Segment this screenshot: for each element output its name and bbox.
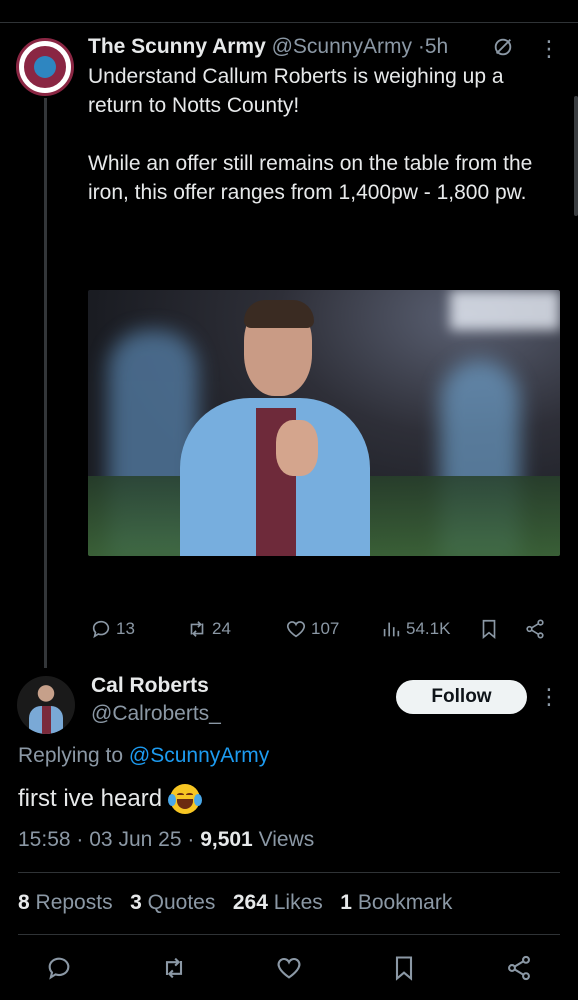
tweet-date[interactable]: 03 Jun 25 [89, 828, 181, 851]
quotes-stat[interactable]: 3 Quotes [130, 891, 215, 914]
repost-action[interactable]: 24 [186, 614, 231, 644]
replying-prefix: Replying to [18, 744, 124, 767]
more-options-icon[interactable]: ⋮ [538, 38, 560, 60]
repost-icon [165, 957, 183, 979]
share-button[interactable] [505, 954, 533, 982]
bookmark-button[interactable] [390, 954, 418, 982]
stadium-light [450, 290, 560, 330]
repost-count: 24 [212, 619, 231, 638]
more-options-icon[interactable]: ⋮ [538, 686, 560, 708]
parent-timestamp[interactable]: 5h [425, 35, 448, 58]
like-button[interactable] [275, 954, 303, 982]
share-icon [508, 955, 530, 981]
views-chart-icon [383, 622, 400, 637]
share-icon [526, 619, 544, 639]
reply-icon [48, 957, 70, 980]
views-count: 54.1K [406, 619, 451, 638]
views-number: 9,501 [200, 828, 253, 851]
dot-separator: · [187, 828, 195, 851]
bookmarks-stat[interactable]: 1 Bookmark [340, 891, 452, 914]
reply-author-name[interactable]: Cal Roberts [91, 674, 209, 698]
parent-tweet-header: The Scunny Army @ScunnyArmy ·5h [88, 34, 448, 60]
scrollbar-thumb[interactable] [574, 96, 578, 216]
thread-connector [44, 98, 47, 668]
tweet-photo[interactable] [88, 290, 560, 556]
cal-roberts-avatar[interactable] [17, 676, 75, 734]
reply-author-handle[interactable]: @Calroberts_ [91, 702, 221, 726]
laughing-tears-emoji-icon [168, 784, 203, 814]
like-action[interactable]: 107 [285, 614, 339, 644]
heart-icon [277, 957, 301, 979]
parent-tweet-text: Understand Callum Roberts is weighing up… [88, 65, 533, 204]
parent-author-handle[interactable]: @ScunnyArmy [272, 35, 412, 58]
dot-separator: · [76, 828, 84, 851]
grok-icon[interactable] [492, 36, 514, 58]
tweet-time[interactable]: 15:58 [18, 828, 71, 851]
fist-icon [34, 56, 56, 78]
repost-button[interactable] [160, 954, 188, 982]
heart-icon [286, 621, 306, 638]
avatar-kit-stripe [42, 706, 51, 734]
divider [18, 872, 560, 873]
engagement-stats: 8 Reposts 3 Quotes 264 Likes 1 Bookmark [18, 891, 452, 915]
reply-button[interactable] [45, 954, 73, 982]
reposts-stat[interactable]: 8 Reposts [18, 891, 113, 914]
bookmark-action[interactable] [478, 614, 500, 644]
views-label: Views [258, 828, 315, 851]
reply-icon [92, 620, 110, 639]
likes-stat[interactable]: 264 Likes [233, 891, 323, 914]
player-hands [276, 420, 318, 476]
reply-body: first ive heard [18, 785, 163, 812]
replying-to-line: Replying to @ScunnyArmy [18, 744, 269, 768]
tweet-meta: 15:58 · 03 Jun 25 · 9,501 Views [18, 828, 314, 852]
mention-link[interactable]: @ScunnyArmy [129, 744, 269, 767]
player-hair [244, 300, 314, 328]
bookmark-icon [395, 956, 413, 981]
parent-action-bar: 13 24 107 54.1K [88, 614, 560, 644]
reply-text: first ive heard [18, 784, 203, 814]
dot-separator: · [417, 35, 425, 58]
share-action[interactable] [524, 614, 546, 644]
reply-action-bar [0, 952, 578, 984]
reply-action[interactable]: 13 [90, 614, 135, 644]
views-action[interactable]: 54.1K [380, 614, 450, 644]
reply-count: 13 [116, 619, 135, 638]
like-count: 107 [311, 619, 340, 638]
club-crest-icon [22, 44, 68, 90]
bookmark-icon [482, 619, 496, 640]
scunny-army-avatar[interactable] [16, 38, 74, 96]
follow-button[interactable]: Follow [396, 680, 527, 714]
top-divider [0, 22, 578, 23]
divider [18, 934, 560, 935]
parent-author-name[interactable]: The Scunny Army [88, 35, 266, 58]
repost-icon [190, 621, 204, 637]
